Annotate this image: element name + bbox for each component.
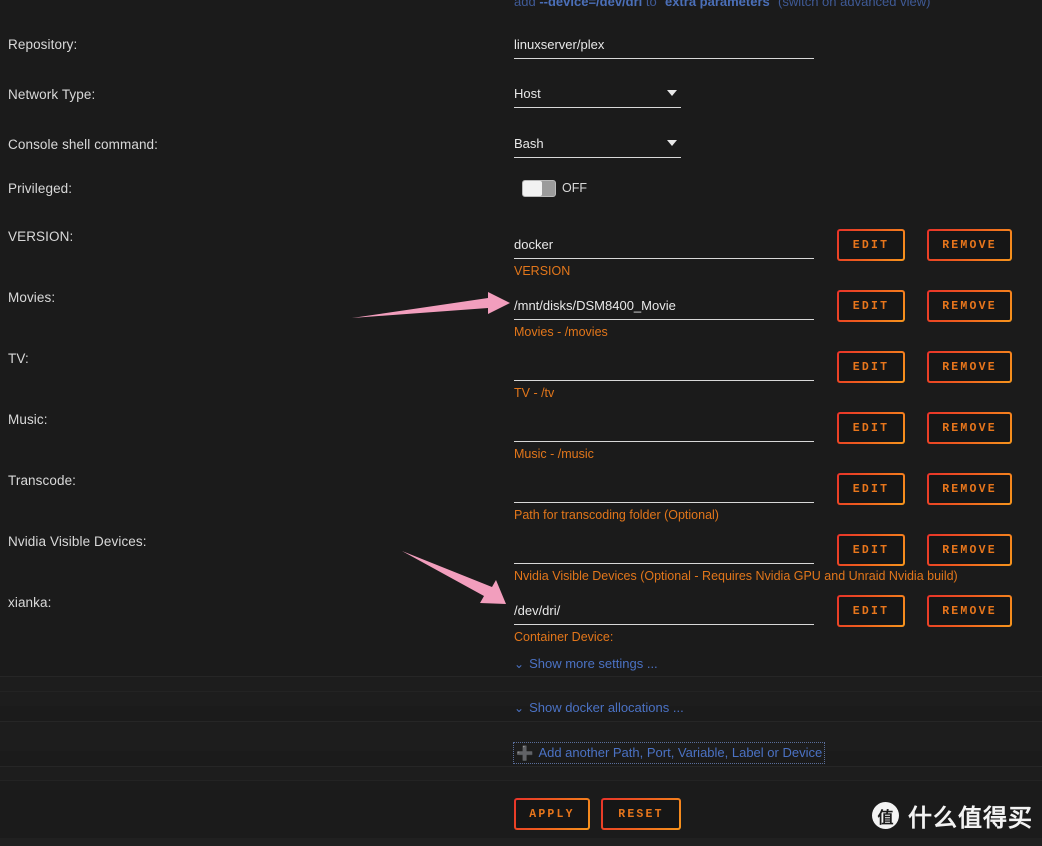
show-docker-allocations-label: Show docker allocations ...: [529, 700, 684, 715]
remove-button-movies[interactable]: REMOVE: [927, 290, 1012, 322]
movies-value: /mnt/disks/DSM8400_Movie: [514, 298, 676, 313]
nvidia-visible-devices-underline: [514, 563, 814, 564]
label-console-shell-command: Console shell command:: [8, 137, 159, 152]
version-value: docker: [514, 237, 554, 252]
separator-5: [0, 780, 1042, 781]
note-device-code: --device=/dev/dri: [539, 0, 643, 9]
label-repository: Repository:: [8, 37, 78, 52]
network-type-value: Host: [514, 86, 541, 101]
transcode-input[interactable]: [514, 480, 814, 503]
note-prefix: add: [514, 0, 540, 9]
annotation-arrow-xianka: [402, 551, 506, 604]
annotation-arrow-movies: [352, 292, 510, 318]
separator-2: [0, 691, 1042, 692]
remove-button-tv[interactable]: REMOVE: [927, 351, 1012, 383]
tv-underline: [514, 380, 814, 381]
console-shell-underline: [514, 157, 681, 158]
xianka-underline: [514, 624, 814, 625]
chevron-down-icon: ⌄: [514, 657, 525, 671]
toggle-knob: [523, 181, 542, 196]
remove-button-version[interactable]: REMOVE: [927, 229, 1012, 261]
version-input[interactable]: docker: [514, 236, 814, 259]
edit-button-movies[interactable]: EDIT: [837, 290, 905, 322]
reset-button[interactable]: RESET: [601, 798, 681, 830]
hint-tv: TV - /tv: [514, 386, 555, 400]
footer-band: [0, 838, 1042, 846]
chevron-down-icon: [667, 140, 677, 146]
hint-version: VERSION: [514, 264, 571, 278]
separator-3: [0, 721, 1042, 722]
label-privileged: Privileged:: [8, 181, 73, 196]
privileged-state-label: OFF: [562, 181, 587, 195]
apply-button[interactable]: APPLY: [514, 798, 590, 830]
xianka-value: /dev/dri/: [514, 603, 561, 618]
edit-button-transcode[interactable]: EDIT: [837, 473, 905, 505]
edit-button-music[interactable]: EDIT: [837, 412, 905, 444]
label-nvidia-visible-devices: Nvidia Visible Devices:: [8, 534, 147, 549]
network-type-select[interactable]: Host: [514, 85, 681, 108]
hint-movies: Movies - /movies: [514, 325, 608, 339]
music-input[interactable]: [514, 419, 814, 442]
label-music: Music:: [8, 412, 48, 427]
xianka-input[interactable]: /dev/dri/: [514, 602, 814, 625]
label-transcode: Transcode:: [8, 473, 77, 488]
band-row-c: [0, 766, 1042, 780]
console-shell-value: Bash: [514, 136, 544, 151]
tv-input[interactable]: [514, 358, 814, 381]
edit-button-xianka[interactable]: EDIT: [837, 595, 905, 627]
music-value: [514, 419, 814, 441]
docker-container-settings-page: { "top_note": { "prefix": "add ", "code"…: [0, 0, 1042, 846]
edit-button-tv[interactable]: EDIT: [837, 351, 905, 383]
note-suffix: " (switch on advanced view): [769, 0, 931, 9]
hint-transcode: Path for transcoding folder (Optional): [514, 508, 719, 522]
add-another-label: Add another Path, Port, Variable, Label …: [538, 745, 823, 760]
watermark-text: 什么值得买: [908, 804, 1033, 832]
watermark: 值 什么值得买: [872, 798, 1033, 833]
repository-value: linuxserver/plex: [514, 37, 605, 52]
label-network-type: Network Type:: [8, 87, 96, 102]
chevron-down-icon: ⌄: [514, 701, 525, 715]
movies-underline: [514, 319, 814, 320]
remove-button-transcode[interactable]: REMOVE: [927, 473, 1012, 505]
tv-value: [514, 358, 814, 380]
transcode-value: [514, 480, 814, 502]
label-tv: TV:: [8, 351, 29, 366]
plus-icon: ➕: [516, 745, 534, 761]
privileged-toggle[interactable]: [522, 180, 556, 197]
label-version: VERSION:: [8, 229, 74, 244]
nvidia-visible-devices-value: [514, 541, 814, 563]
transcode-underline: [514, 502, 814, 503]
hint-music: Music - /music: [514, 447, 594, 461]
separator-4: [0, 766, 1042, 767]
show-docker-allocations-link[interactable]: ⌄ Show docker allocations ...: [514, 700, 684, 716]
remove-button-nvidia[interactable]: REMOVE: [927, 534, 1012, 566]
network-type-underline: [514, 107, 681, 108]
remove-button-music[interactable]: REMOVE: [927, 412, 1012, 444]
separator-1: [0, 676, 1042, 677]
label-movies: Movies:: [8, 290, 56, 305]
version-underline: [514, 258, 814, 259]
hint-xianka: Container Device:: [514, 630, 614, 644]
note-mid: to ": [642, 0, 665, 9]
repository-input[interactable]: linuxserver/plex: [514, 36, 814, 59]
chevron-down-icon: [667, 90, 677, 96]
console-shell-select[interactable]: Bash: [514, 135, 681, 158]
note-extra-parameters: extra parameters: [664, 0, 770, 9]
movies-input[interactable]: /mnt/disks/DSM8400_Movie: [514, 297, 814, 320]
hint-nvidia-visible-devices: Nvidia Visible Devices (Optional - Requi…: [514, 569, 958, 583]
music-underline: [514, 441, 814, 442]
remove-button-xianka[interactable]: REMOVE: [927, 595, 1012, 627]
label-xianka: xianka:: [8, 595, 52, 610]
advanced-view-note: add --device=/dev/dri to "extra paramete…: [514, 0, 930, 10]
repository-underline: [514, 58, 814, 59]
nvidia-visible-devices-input[interactable]: [514, 541, 814, 564]
show-more-settings-label: Show more settings ...: [529, 656, 658, 671]
edit-button-nvidia[interactable]: EDIT: [837, 534, 905, 566]
edit-button-version[interactable]: EDIT: [837, 229, 905, 261]
smzdm-logo-icon: 值: [872, 802, 899, 829]
add-another-link[interactable]: ➕ Add another Path, Port, Variable, Labe…: [513, 742, 826, 764]
show-more-settings-link[interactable]: ⌄ Show more settings ...: [514, 656, 658, 672]
